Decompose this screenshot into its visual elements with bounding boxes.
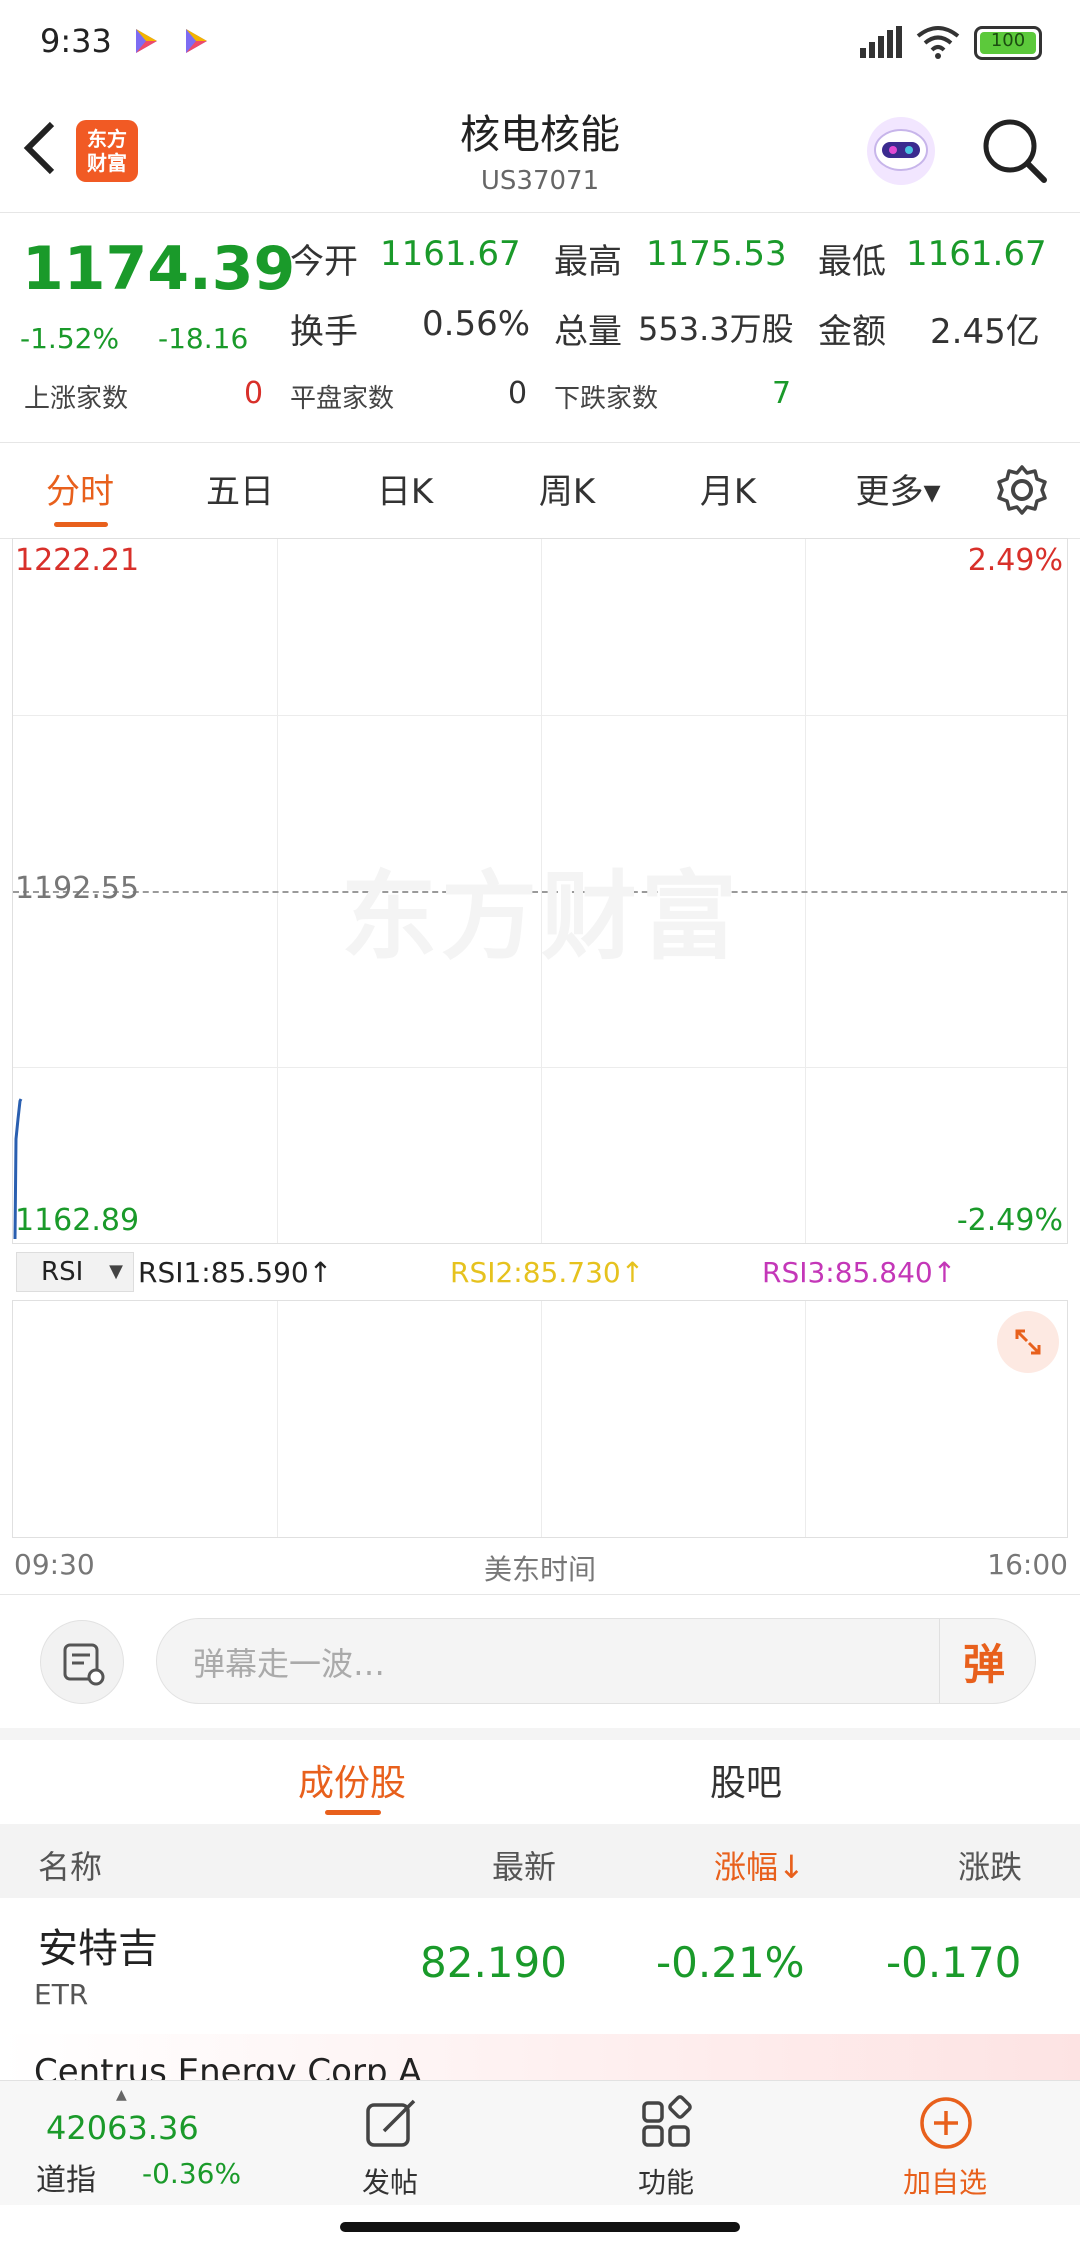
- status-time: 9:33: [40, 22, 112, 60]
- amount-value: 2.45亿: [930, 312, 1040, 352]
- edit-icon: [364, 2095, 420, 2155]
- down-count: 7: [772, 376, 792, 411]
- stock-name: Centrus Energy Corp A: [34, 2052, 422, 2080]
- danmu-placeholder: 弹幕走一波…: [193, 1645, 386, 1683]
- tab-five-day[interactable]: 五日: [190, 464, 290, 513]
- search-icon[interactable]: [980, 116, 1050, 190]
- video-app-icon: [130, 26, 160, 56]
- danmu-settings-icon[interactable]: [40, 1620, 124, 1704]
- header: 东方 财富 核电核能 US37071: [0, 90, 1080, 213]
- tab-forum[interactable]: 股吧: [686, 1754, 806, 1806]
- video-app-icon: [180, 26, 210, 56]
- stock-name: 安特吉: [38, 1926, 158, 1972]
- time-axis-end: 16:00: [987, 1548, 1068, 1581]
- subtab-active-indicator: [325, 1810, 381, 1815]
- time-axis-label: 美东时间: [483, 1553, 596, 1586]
- change-percent: -1.52%: [20, 322, 120, 355]
- price-line: [13, 1098, 23, 1240]
- column-latest[interactable]: 最新: [492, 1842, 556, 1888]
- tab-more[interactable]: 更多▾: [838, 464, 958, 513]
- low-value: 1161.67: [906, 234, 1047, 274]
- stock-latest: 82.190: [420, 1938, 567, 1987]
- danmu-bar: 弹幕走一波… 弹: [0, 1596, 1080, 1740]
- rsi3-value: RSI3:85.840↑: [762, 1256, 957, 1289]
- rsi1-value: RSI1:85.590↑: [138, 1256, 333, 1289]
- functions-button[interactable]: 功能: [606, 2081, 726, 2205]
- down-count-label: 下跌家数: [554, 384, 659, 414]
- open-value: 1161.67: [380, 234, 521, 274]
- tab-intraday[interactable]: 分时: [30, 464, 130, 513]
- column-change[interactable]: 涨跌: [958, 1842, 1022, 1888]
- post-label: 发帖: [361, 2166, 418, 2199]
- index-value: 42063.36: [46, 2109, 199, 2147]
- up-count-label: 上涨家数: [24, 384, 129, 414]
- volume-value: 553.3万股: [638, 310, 794, 348]
- constituent-tabs: 成份股 股吧: [0, 1740, 1080, 1824]
- change-value: -18.16: [158, 322, 249, 355]
- intraday-chart[interactable]: 东方财富 1222.21 1192.55 1162.89 2.49% -2.49…: [12, 538, 1068, 1244]
- gear-icon[interactable]: [996, 464, 1048, 520]
- stock-change: -0.170: [886, 1938, 1022, 1987]
- high-value: 1175.53: [646, 234, 787, 274]
- last-price: 1174.39: [22, 234, 296, 304]
- plus-circle-icon: [918, 2095, 974, 2155]
- signal-icon: [860, 26, 904, 62]
- watermark: 东方财富: [341, 861, 741, 973]
- rsi2-value: RSI2:85.730↑: [450, 1256, 645, 1289]
- post-button[interactable]: 发帖: [330, 2081, 450, 2205]
- indicator-selector[interactable]: RSI ▼: [16, 1252, 134, 1292]
- stock-ticker: ETR: [34, 1978, 89, 2011]
- wifi-icon: [916, 24, 960, 64]
- up-count: 0: [244, 376, 264, 411]
- index-name: 道指: [36, 2163, 96, 2198]
- turnover-value: 0.56%: [422, 304, 531, 344]
- status-bar: 9:33 100: [0, 0, 1080, 90]
- low-label: 最低: [818, 242, 886, 282]
- flat-count: 0: [508, 376, 528, 411]
- battery-level: 100: [990, 30, 1026, 51]
- table-row[interactable]: 安特吉 ETR 82.190 -0.21% -0.170: [0, 1898, 1080, 2035]
- bottom-nav: ▲ 42063.36 道指 -0.36% 发帖 功能 加自选: [0, 2080, 1080, 2205]
- table-header: 名称 最新 涨幅↓ 涨跌: [0, 1824, 1080, 1898]
- robot-assistant-icon[interactable]: [864, 114, 938, 188]
- home-indicator[interactable]: [340, 2222, 740, 2232]
- battery-icon: 100: [974, 26, 1042, 60]
- pct-axis-top-label: 2.49%: [967, 543, 1063, 578]
- caret-up-icon: ▲: [116, 2087, 127, 2103]
- turnover-label: 换手: [290, 312, 358, 352]
- column-name: 名称: [38, 1848, 103, 1886]
- column-change-pct[interactable]: 涨幅↓: [714, 1842, 805, 1888]
- table-row[interactable]: Centrus Energy Corp A: [0, 2034, 1080, 2080]
- add-watchlist-button[interactable]: 加自选: [880, 2081, 1010, 2205]
- volume-label: 总量: [554, 312, 622, 352]
- quote-panel: 1174.39 -1.52% -18.16 今开 1161.67 最高 1175…: [0, 212, 1080, 443]
- indicator-selector-label: RSI: [41, 1257, 84, 1287]
- flat-count-label: 平盘家数: [290, 384, 395, 414]
- tab-constituents[interactable]: 成份股: [292, 1754, 412, 1806]
- tab-monthly-k[interactable]: 月K: [678, 464, 778, 513]
- functions-label: 功能: [637, 2166, 694, 2199]
- open-label: 今开: [290, 242, 358, 282]
- rsi-indicator-bar: RSI ▼ RSI1:85.590↑ RSI2:85.730↑ RSI3:85.…: [12, 1248, 1068, 1298]
- index-ticker[interactable]: ▲ 42063.36 道指 -0.36%: [0, 2081, 300, 2205]
- tab-daily-k[interactable]: 日K: [355, 464, 455, 513]
- chevron-down-icon: ▼: [109, 1261, 123, 1282]
- expand-icon[interactable]: [997, 1311, 1059, 1373]
- danmu-send-button[interactable]: 弹: [963, 1631, 1005, 1692]
- danmu-input[interactable]: 弹幕走一波… 弹: [156, 1618, 1036, 1704]
- period-tabs: 分时 五日 日K 周K 月K 更多▾: [0, 442, 1080, 539]
- tab-weekly-k[interactable]: 周K: [517, 464, 617, 513]
- grid-apps-icon: [640, 2095, 696, 2155]
- add-watchlist-label: 加自选: [902, 2166, 987, 2199]
- amount-label: 金额: [818, 312, 886, 352]
- index-pct: -0.36%: [142, 2157, 242, 2190]
- time-axis: 09:30 美东时间 16:00: [0, 1540, 1080, 1595]
- high-label: 最高: [554, 242, 622, 282]
- rsi-chart[interactable]: [12, 1300, 1068, 1538]
- tab-active-indicator: [54, 522, 108, 527]
- pct-axis-bottom-label: -2.49%: [956, 1203, 1063, 1238]
- stock-change-pct: -0.21%: [656, 1938, 805, 1987]
